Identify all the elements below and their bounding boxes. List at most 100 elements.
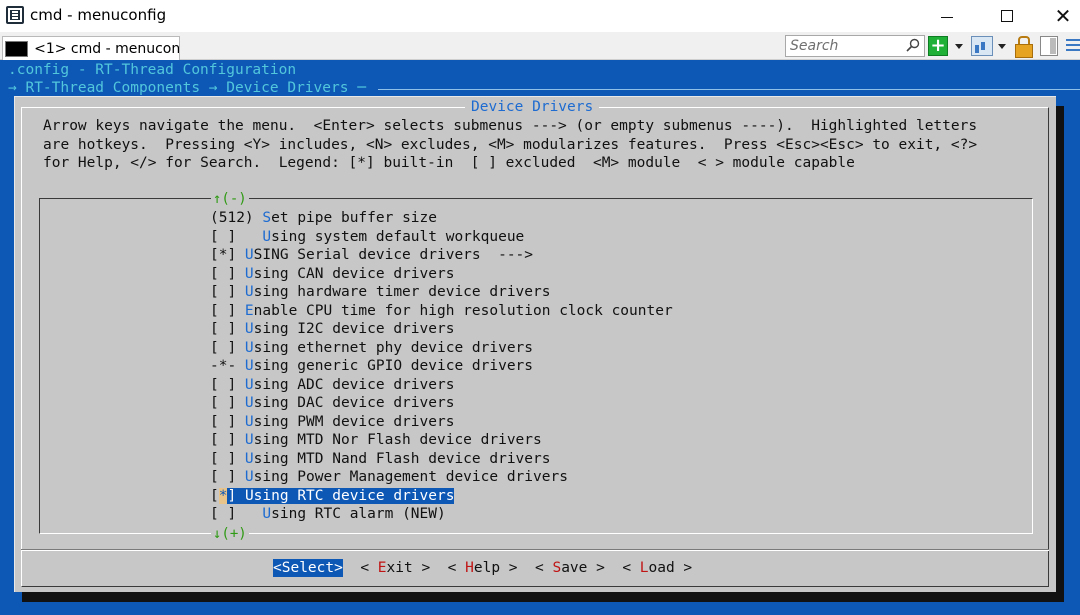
search-input[interactable] <box>790 38 902 54</box>
lock-icon[interactable] <box>1014 36 1033 58</box>
tab-cmd-menuconfig[interactable]: <1> cmd - menuconf <box>2 36 180 60</box>
menu-item-hotkey: U <box>244 284 254 300</box>
view-icon[interactable] <box>971 36 993 56</box>
menu-item-hotkey: U <box>244 247 254 263</box>
menu-item-hotkey: U <box>244 469 254 485</box>
dialog-shadow-bottom <box>22 592 1064 602</box>
minimize-button[interactable] <box>922 0 972 32</box>
new-console-dropdown-icon[interactable] <box>955 44 963 49</box>
dialog-shadow <box>1056 106 1064 602</box>
menu-item-label: sing generic GPIO device drivers <box>253 358 534 374</box>
menu-item[interactable]: [ ] Using MTD Nand Flash device drivers <box>210 450 1010 469</box>
menu-item-label: sing ADC device drivers <box>253 376 455 393</box>
console-icon <box>5 40 29 57</box>
config-title: .config - RT-Thread Configuration <box>8 62 297 78</box>
console-app-icon <box>6 6 24 24</box>
select-button[interactable]: <Select> <box>273 559 343 577</box>
button-label: elp > <box>473 560 518 576</box>
menu-list: (512) Set pipe buffer size[ ] Using syst… <box>210 209 1010 524</box>
menu-item-state: [ ] <box>210 506 263 522</box>
exit-button[interactable]: < Exit > <box>360 559 430 577</box>
menu-item-state: [ ] <box>210 376 245 393</box>
menu-item[interactable]: (512) Set pipe buffer size <box>210 209 1010 228</box>
new-console-icon[interactable]: + <box>928 36 948 56</box>
scroll-up-indicator[interactable]: ↑(-) <box>211 191 249 207</box>
menu-item[interactable]: [ ] Using Power Management device driver… <box>210 468 1010 487</box>
tab-label: <1> cmd - menuconf <box>34 40 179 57</box>
menu-item-hotkey: U <box>244 432 254 448</box>
button-label: xit > <box>386 560 431 576</box>
menu-item-label: sing hardware timer device drivers <box>253 284 551 300</box>
close-button[interactable]: ✕ <box>1038 0 1080 32</box>
terminal-area[interactable]: .config - RT-Thread Configuration → RT-T… <box>0 60 1080 615</box>
menu-item-hotkey: U <box>262 228 272 245</box>
menu-item-label: sing system default workqueue <box>271 228 525 245</box>
menu-item[interactable]: -*- Using generic GPIO device drivers <box>210 357 1010 376</box>
menu-item-state: ] <box>227 487 245 504</box>
menu-item-hotkey: U <box>244 487 254 504</box>
button-label: elect> <box>290 560 343 576</box>
menu-item-state: [ ] <box>210 432 245 448</box>
menu-item[interactable]: [ ] Using system default workqueue <box>210 228 1010 247</box>
dialog-title: Device Drivers <box>465 98 600 116</box>
menu-item[interactable]: [ ] Using ADC device drivers <box>210 376 1010 395</box>
maximize-button[interactable] <box>982 0 1032 32</box>
menu-item-state: [ ] <box>210 395 245 411</box>
menu-item-hotkey: U <box>244 450 254 467</box>
menu-item[interactable]: [ ] Using DAC device drivers <box>210 394 1010 413</box>
menu-item-state: [ ] <box>210 413 245 430</box>
menu-item[interactable]: [ ] Using PWM device drivers <box>210 413 1010 432</box>
menu-item-hotkey: U <box>244 413 254 430</box>
menu-icon[interactable] <box>1066 36 1080 56</box>
breadcrumb: → RT-Thread Components → Device Drivers … <box>8 80 366 96</box>
menu-item-hotkey: U <box>244 376 254 393</box>
menu-item-hotkey: U <box>244 265 254 282</box>
menu-item-state: [ ] <box>210 265 245 282</box>
menu-item-state: [ ] <box>210 302 245 319</box>
button-bracket: < <box>360 560 378 576</box>
device-drivers-dialog: Device Drivers Arrow keys navigate the m… <box>14 96 1056 592</box>
menu-item-label: sing CAN device drivers <box>253 265 455 282</box>
menu-item[interactable]: [ ] Using CAN device drivers <box>210 265 1010 284</box>
close-icon: ✕ <box>1054 4 1072 28</box>
menu-item[interactable]: [*] USING Serial device drivers ---> <box>210 246 1010 265</box>
menu-item[interactable]: [ ] Using I2C device drivers <box>210 320 1010 339</box>
menu-item[interactable]: [ ] Using MTD Nor Flash device drivers <box>210 431 1010 450</box>
menu-item-state: [ ] <box>210 284 245 300</box>
menu-item-state: [ ] <box>210 321 245 337</box>
button-hotkey: S <box>552 560 562 576</box>
breadcrumb-rule <box>378 89 1080 90</box>
menu-item-label: sing MTD Nand Flash device drivers <box>253 450 551 467</box>
menu-item-state: [ ] <box>210 469 245 485</box>
button-label: oad > <box>648 560 693 576</box>
menu-item[interactable]: [ ] Using hardware timer device drivers <box>210 283 1010 302</box>
help-button[interactable]: < Help > <box>448 559 518 577</box>
menu-item[interactable]: [ ] Using RTC alarm (NEW) <box>210 505 1010 524</box>
menu-item-state: [ ] <box>210 450 245 467</box>
panel-icon[interactable] <box>1040 36 1058 56</box>
button-hotkey: E <box>377 560 387 576</box>
search-box[interactable] <box>785 35 925 57</box>
scroll-down-indicator[interactable]: ↓(+) <box>211 526 249 542</box>
menu-item-bracket: [ <box>210 487 219 504</box>
search-icon[interactable] <box>906 38 920 52</box>
button-bracket: < <box>534 560 553 576</box>
menu-item-hotkey: U <box>244 395 254 411</box>
button-label: ave > <box>561 560 605 576</box>
view-dropdown-icon[interactable] <box>998 44 1006 49</box>
help-text: Arrow keys navigate the menu. <Enter> se… <box>43 118 978 171</box>
menu-item-label: sing RTC alarm (NEW) <box>271 506 446 522</box>
menu-item[interactable]: [ ] Enable CPU time for high resolution … <box>210 302 1010 321</box>
menu-item-state: [ ] <box>210 339 245 356</box>
menu-item-state: [ ] <box>210 228 263 245</box>
menu-item[interactable]: [*] Using RTC device drivers <box>210 487 1010 506</box>
menu-item-label: sing I2C device drivers <box>253 321 455 337</box>
save-button[interactable]: < Save > <box>535 559 605 577</box>
menu-item-highlight: ] Using RTC device drivers <box>227 487 455 504</box>
load-button[interactable]: < Load > <box>622 559 692 577</box>
menu-item[interactable]: [ ] Using ethernet phy device drivers <box>210 339 1010 358</box>
menu-item-hotkey: U <box>262 506 272 522</box>
button-hotkey: H <box>465 560 474 576</box>
menu-item-label: sing MTD Nor Flash device drivers <box>253 432 542 448</box>
menu-item-label: sing ethernet phy device drivers <box>253 339 534 356</box>
